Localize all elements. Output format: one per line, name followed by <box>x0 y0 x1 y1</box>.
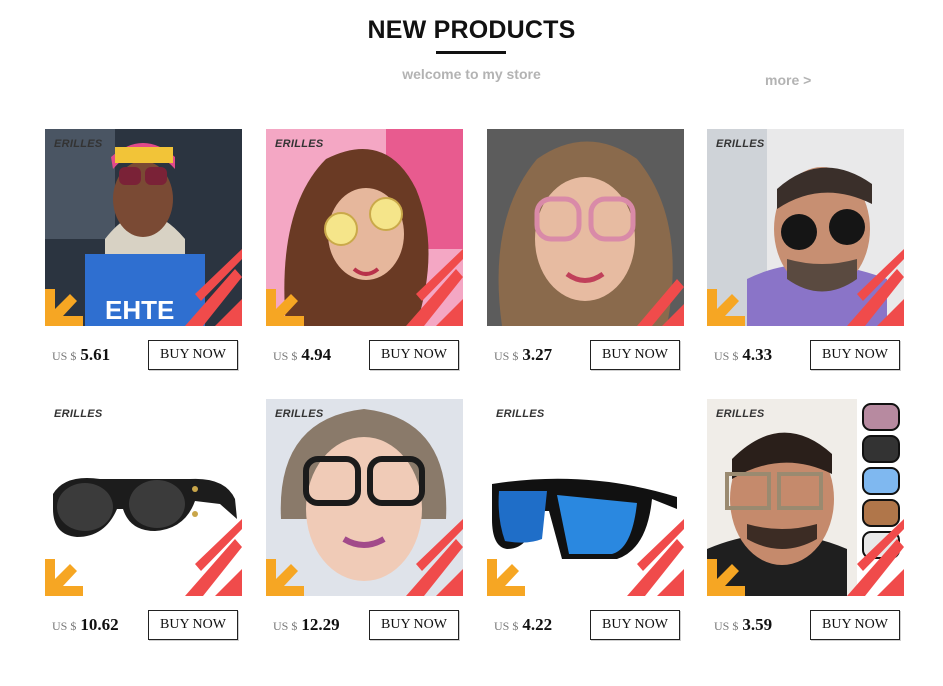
buy-now-button[interactable]: BUY NOW <box>369 610 459 640</box>
product-image[interactable]: ERILLES <box>266 399 463 596</box>
product-price: US $ 4.94 <box>273 345 331 365</box>
buy-now-button[interactable]: BUY NOW <box>590 610 680 640</box>
product-price: US $ 5.61 <box>52 345 110 365</box>
price-value: 4.22 <box>522 615 553 634</box>
product-image[interactable]: ERILLES <box>487 399 684 596</box>
brand-label: ERILLES <box>275 138 324 150</box>
currency-label: US $ <box>494 619 519 633</box>
currency-label: US $ <box>52 349 77 363</box>
buy-now-button[interactable]: BUY NOW <box>369 340 459 370</box>
price-value: 4.33 <box>742 345 773 364</box>
product-image[interactable]: ERILLES <box>707 399 904 596</box>
price-value: 3.59 <box>742 615 773 634</box>
brand-label: ERILLES <box>716 408 765 420</box>
svg-text:EHTE: EHTE <box>105 295 174 325</box>
price-value: 5.61 <box>80 345 111 364</box>
product-price: US $ 10.62 <box>52 615 119 635</box>
currency-label: US $ <box>494 349 519 363</box>
product-image[interactable]: EHTE ERILLES <box>45 129 242 326</box>
product-image[interactable] <box>487 129 684 326</box>
product-card: ERILLES US $ 10.62 BUY NOW <box>45 399 242 649</box>
product-price: US $ 12.29 <box>273 615 340 635</box>
product-card: EHTE ERILLES US $ 5.61 BUY NOW <box>45 129 242 379</box>
brand-label: ERILLES <box>54 408 103 420</box>
product-image[interactable]: ERILLES <box>266 129 463 326</box>
currency-label: US $ <box>52 619 77 633</box>
price-value: 4.94 <box>301 345 332 364</box>
brand-label: ERILLES <box>54 138 103 150</box>
buy-now-button[interactable]: BUY NOW <box>148 610 238 640</box>
product-price: US $ 4.33 <box>714 345 772 365</box>
currency-label: US $ <box>714 349 739 363</box>
buy-now-button[interactable]: BUY NOW <box>590 340 680 370</box>
currency-label: US $ <box>273 619 298 633</box>
product-card: ERILLES US $ 3.59 BUY NOW <box>707 399 904 649</box>
product-card: ERILLES US $ 4.22 BUY NOW <box>487 399 684 649</box>
product-card: US $ 3.27 BUY NOW <box>487 129 684 379</box>
product-image[interactable]: ERILLES <box>45 399 242 596</box>
brand-label: ERILLES <box>496 408 545 420</box>
currency-label: US $ <box>714 619 739 633</box>
price-value: 12.29 <box>301 615 340 634</box>
buy-now-button[interactable]: BUY NOW <box>810 610 900 640</box>
currency-label: US $ <box>273 349 298 363</box>
price-value: 10.62 <box>80 615 119 634</box>
page-title: NEW PRODUCTS <box>367 16 576 44</box>
buy-now-button[interactable]: BUY NOW <box>810 340 900 370</box>
more-link[interactable]: more > <box>765 72 811 88</box>
product-price: US $ 4.22 <box>494 615 552 635</box>
product-image[interactable]: ERILLES <box>707 129 904 326</box>
title-underline <box>436 51 506 54</box>
price-value: 3.27 <box>522 345 553 364</box>
product-price: US $ 3.59 <box>714 615 772 635</box>
product-card: ERILLES US $ 4.94 BUY NOW <box>266 129 463 379</box>
product-price: US $ 3.27 <box>494 345 552 365</box>
brand-label: ERILLES <box>275 408 324 420</box>
buy-now-button[interactable]: BUY NOW <box>148 340 238 370</box>
product-card: ERILLES US $ 4.33 BUY NOW <box>707 129 904 379</box>
brand-label: ERILLES <box>716 138 765 150</box>
product-card: ERILLES US $ 12.29 BUY NOW <box>266 399 463 649</box>
